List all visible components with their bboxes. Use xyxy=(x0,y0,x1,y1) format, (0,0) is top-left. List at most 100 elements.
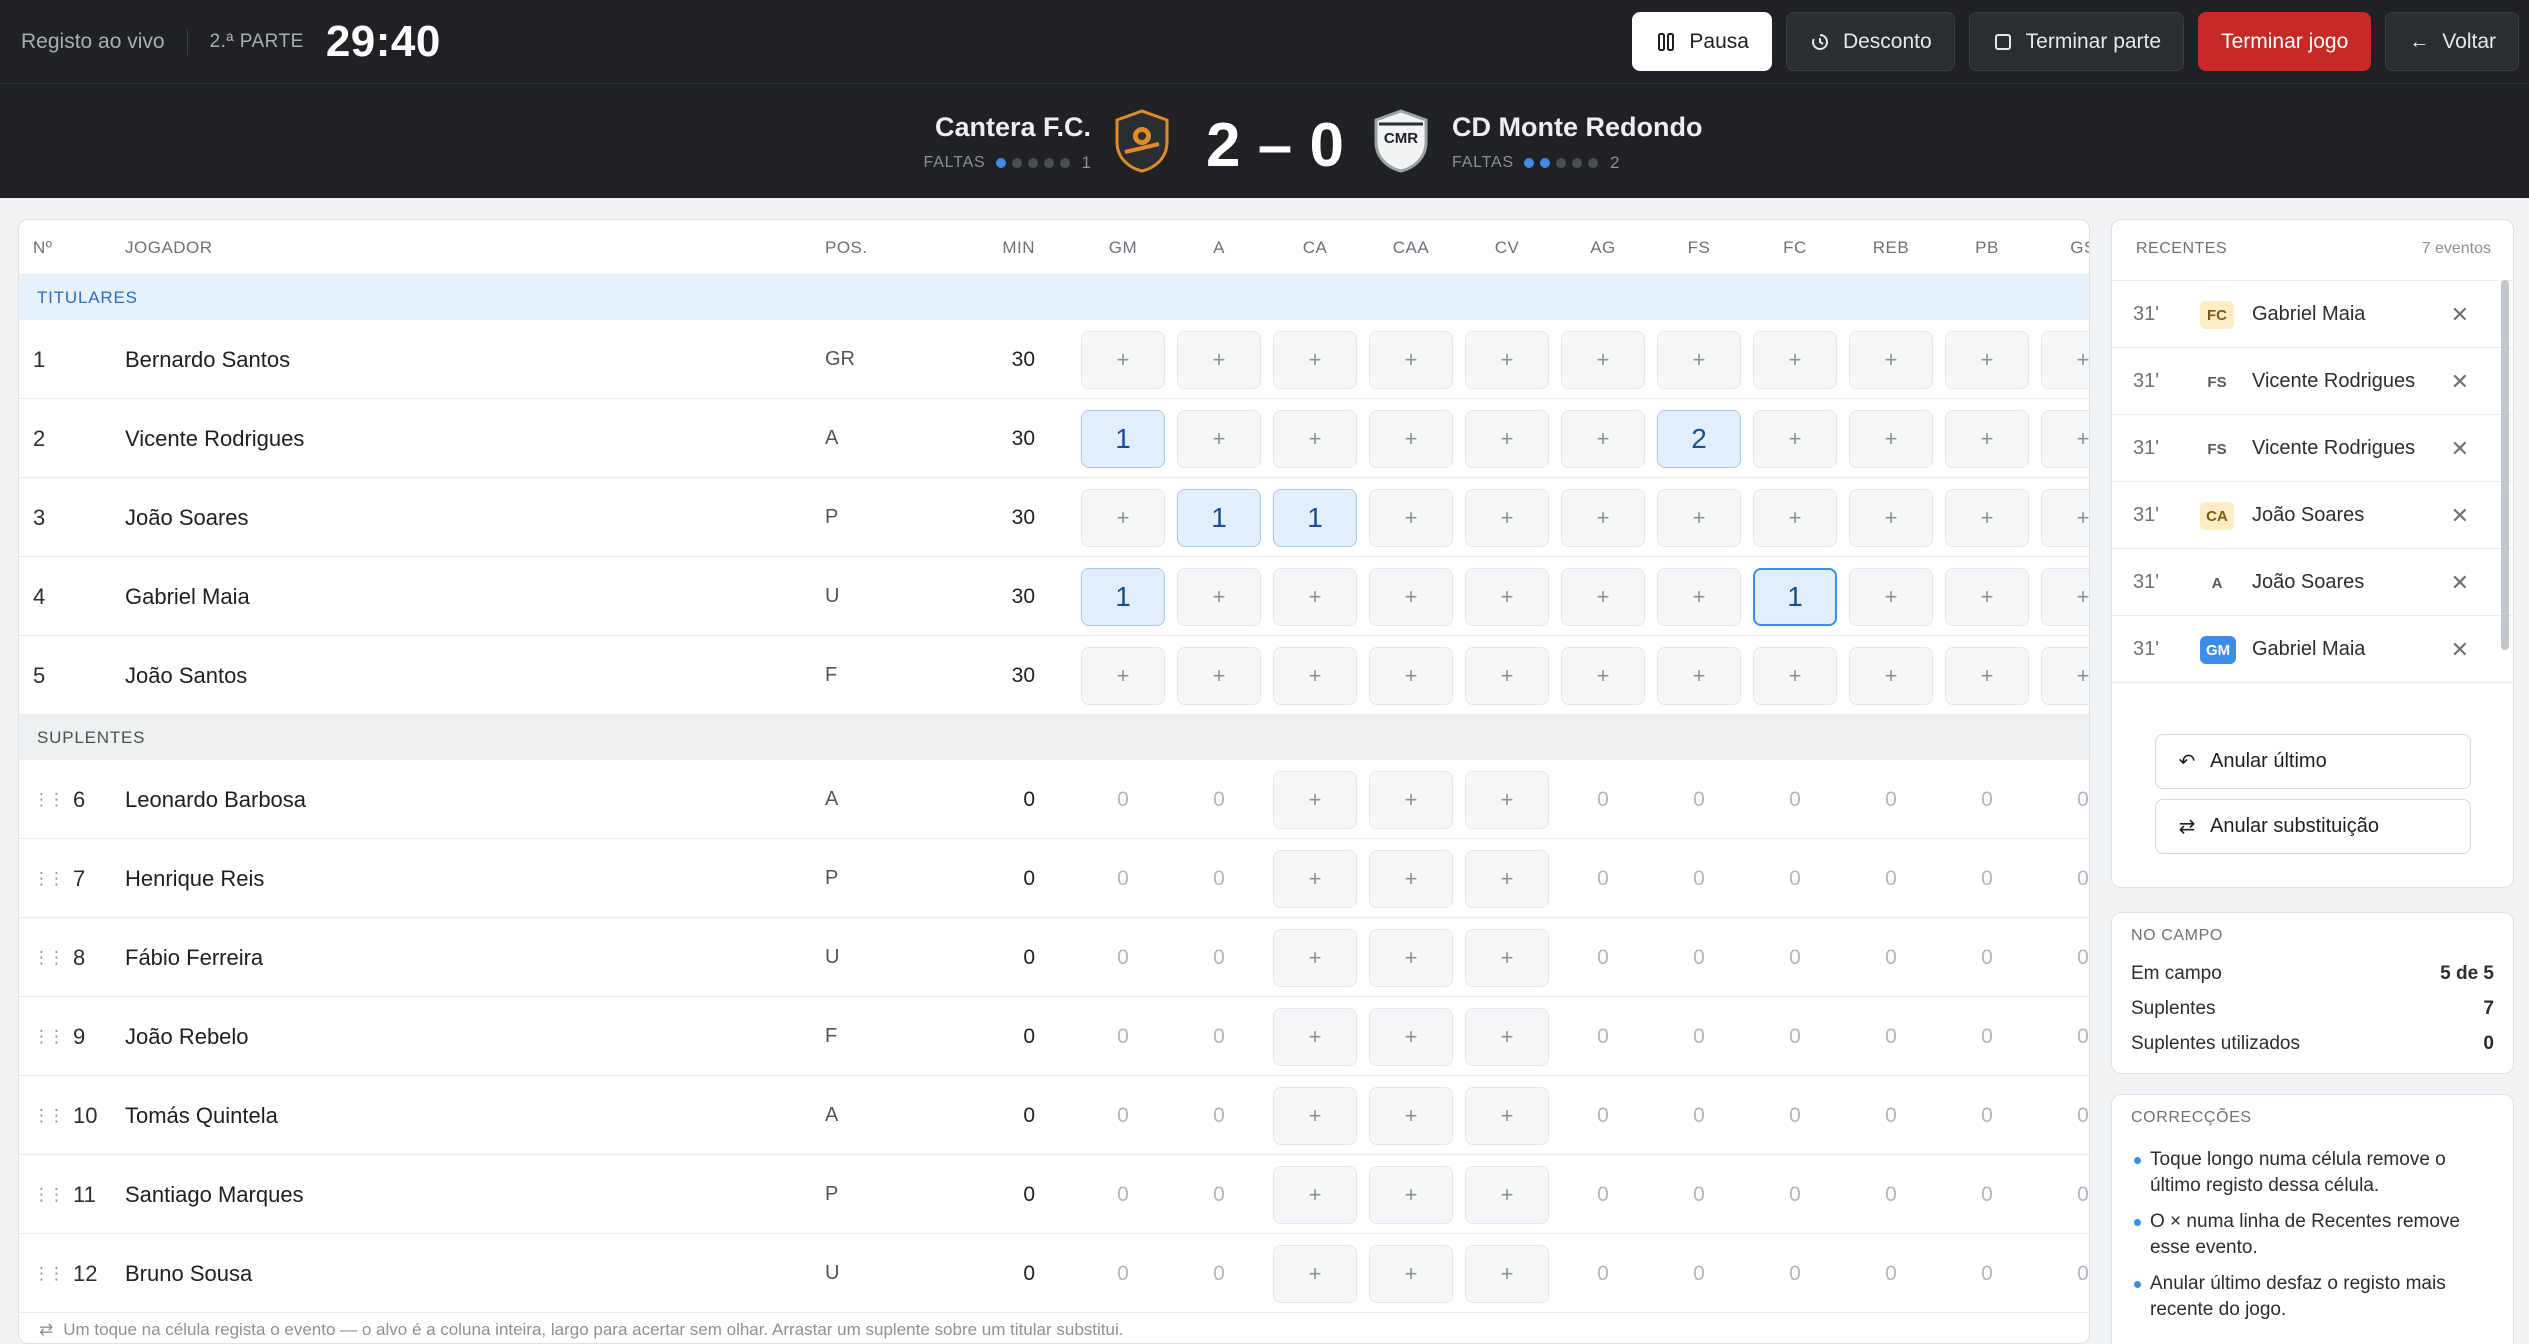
stat-cell-gs[interactable]: + xyxy=(2041,568,2089,626)
drag-handle-icon[interactable]: ⋮⋮ xyxy=(33,1185,65,1205)
stat-cell-reb[interactable]: + xyxy=(1849,568,1933,626)
stat-cell-gs[interactable]: + xyxy=(2041,331,2089,389)
stat-cell-a[interactable]: + xyxy=(1177,647,1261,705)
stat-cell-caa[interactable]: + xyxy=(1369,850,1453,908)
stat-cell-gm[interactable]: + xyxy=(1081,331,1165,389)
stat-value-a: 0 xyxy=(1213,1182,1225,1206)
stat-cell-caa[interactable]: + xyxy=(1369,489,1453,547)
stat-cell-ca[interactable]: + xyxy=(1273,331,1357,389)
stat-cell-ca[interactable]: + xyxy=(1273,1166,1357,1224)
drag-handle-icon[interactable]: ⋮⋮ xyxy=(33,1106,65,1126)
pause-button[interactable]: Pausa xyxy=(1632,12,1772,71)
stat-cell-a[interactable]: + xyxy=(1177,410,1261,468)
stat-cell-ag[interactable]: + xyxy=(1561,489,1645,547)
stat-cell-reb[interactable]: + xyxy=(1849,489,1933,547)
end-half-button[interactable]: Terminar parte xyxy=(1968,12,2185,71)
stat-cell-caa[interactable]: + xyxy=(1369,1008,1453,1066)
stat-cell-pb[interactable]: + xyxy=(1945,331,2029,389)
drag-handle-icon[interactable]: ⋮⋮ xyxy=(33,790,65,810)
stat-cell-ca[interactable]: + xyxy=(1273,568,1357,626)
stat-cell-cv[interactable]: + xyxy=(1465,1245,1549,1303)
stat-cell-fc[interactable]: + xyxy=(1753,489,1837,547)
stat-cell-fs[interactable]: + xyxy=(1657,568,1741,626)
stat-cell-cv[interactable]: + xyxy=(1465,771,1549,829)
stat-cell-cv[interactable]: + xyxy=(1465,1087,1549,1145)
on-field-title: NO CAMPO xyxy=(2131,927,2223,944)
drag-handle-icon[interactable]: ⋮⋮ xyxy=(33,869,65,889)
stat-cell-caa[interactable]: + xyxy=(1369,331,1453,389)
stat-cell-gm[interactable]: 1 xyxy=(1081,568,1165,626)
stat-cell-fc[interactable]: + xyxy=(1753,331,1837,389)
stat-cell-ca[interactable]: + xyxy=(1273,929,1357,987)
drag-handle-icon[interactable]: ⋮⋮ xyxy=(33,948,65,968)
recent-scrollbar[interactable] xyxy=(2501,280,2509,650)
stat-cell-reb[interactable]: + xyxy=(1849,331,1933,389)
remove-event-icon[interactable]: ✕ xyxy=(2451,348,2469,415)
stat-cell-cv[interactable]: + xyxy=(1465,489,1549,547)
remove-event-icon[interactable]: ✕ xyxy=(2451,415,2469,482)
stat-cell-gs[interactable]: + xyxy=(2041,489,2089,547)
stat-cell-caa[interactable]: + xyxy=(1369,1087,1453,1145)
stat-cell-fc[interactable]: + xyxy=(1753,647,1837,705)
stat-cell-ca[interactable]: + xyxy=(1273,1087,1357,1145)
stat-cell-caa[interactable]: + xyxy=(1369,771,1453,829)
stat-cell-pb[interactable]: + xyxy=(1945,647,2029,705)
remove-event-icon[interactable]: ✕ xyxy=(2451,482,2469,549)
stat-cell-ca[interactable]: + xyxy=(1273,1008,1357,1066)
stat-cell-cv[interactable]: + xyxy=(1465,1166,1549,1224)
stat-cell-caa[interactable]: + xyxy=(1369,1245,1453,1303)
stat-cell-fs[interactable]: 2 xyxy=(1657,410,1741,468)
stat-cell-caa[interactable]: + xyxy=(1369,1166,1453,1224)
stat-cell-ag[interactable]: + xyxy=(1561,331,1645,389)
stat-cell-cv[interactable]: + xyxy=(1465,647,1549,705)
remove-event-icon[interactable]: ✕ xyxy=(2451,616,2469,683)
stat-cell-gm[interactable]: + xyxy=(1081,489,1165,547)
stat-cell-cv[interactable]: + xyxy=(1465,331,1549,389)
discount-button[interactable]: Desconto xyxy=(1785,12,1955,71)
stat-cell-caa[interactable]: + xyxy=(1369,410,1453,468)
stat-cell-reb[interactable]: + xyxy=(1849,410,1933,468)
stat-cell-cv[interactable]: + xyxy=(1465,410,1549,468)
remove-event-icon[interactable]: ✕ xyxy=(2451,281,2469,348)
back-button[interactable]: ← Voltar xyxy=(2385,12,2519,71)
stat-cell-pb[interactable]: + xyxy=(1945,489,2029,547)
stat-cell-gm[interactable]: 1 xyxy=(1081,410,1165,468)
stat-cell-ag[interactable]: + xyxy=(1561,647,1645,705)
undo-last-button[interactable]: ↶ Anular último xyxy=(2155,734,2471,789)
stat-cell-ca[interactable]: + xyxy=(1273,647,1357,705)
stat-cell-cv[interactable]: + xyxy=(1465,850,1549,908)
stat-cell-caa[interactable]: + xyxy=(1369,929,1453,987)
end-game-button[interactable]: Terminar jogo xyxy=(2198,12,2372,71)
stat-cell-cv[interactable]: + xyxy=(1465,1008,1549,1066)
undo-sub-button[interactable]: ⇄ Anular substituição xyxy=(2155,799,2471,854)
stat-cell-reb[interactable]: + xyxy=(1849,647,1933,705)
stat-cell-gs[interactable]: + xyxy=(2041,410,2089,468)
recent-list[interactable]: 31' FC Gabriel Maia ✕ 31' FS Vicente Rodrigues… xyxy=(2112,280,2513,700)
stat-cell-fc[interactable]: 1 xyxy=(1753,568,1837,626)
stat-cell-fc[interactable]: + xyxy=(1753,410,1837,468)
drag-handle-icon[interactable]: ⋮⋮ xyxy=(33,1264,65,1284)
stat-cell-ca[interactable]: 1 xyxy=(1273,489,1357,547)
stat-cell-pb[interactable]: + xyxy=(1945,410,2029,468)
stat-cell-fs[interactable]: + xyxy=(1657,647,1741,705)
stat-cell-cv[interactable]: + xyxy=(1465,929,1549,987)
stat-cell-a[interactable]: + xyxy=(1177,331,1261,389)
stat-cell-gm[interactable]: + xyxy=(1081,647,1165,705)
stat-cell-ag[interactable]: + xyxy=(1561,568,1645,626)
stat-cell-caa[interactable]: + xyxy=(1369,647,1453,705)
remove-event-icon[interactable]: ✕ xyxy=(2451,549,2469,616)
stat-cell-ca[interactable]: + xyxy=(1273,850,1357,908)
stat-cell-cv[interactable]: + xyxy=(1465,568,1549,626)
stat-cell-pb[interactable]: + xyxy=(1945,568,2029,626)
stat-cell-ca[interactable]: + xyxy=(1273,410,1357,468)
stat-cell-a[interactable]: + xyxy=(1177,568,1261,626)
stat-cell-a[interactable]: 1 xyxy=(1177,489,1261,547)
stat-cell-caa[interactable]: + xyxy=(1369,568,1453,626)
stat-cell-ca[interactable]: + xyxy=(1273,771,1357,829)
stat-cell-fs[interactable]: + xyxy=(1657,489,1741,547)
stat-cell-ag[interactable]: + xyxy=(1561,410,1645,468)
stat-cell-gs[interactable]: + xyxy=(2041,647,2089,705)
drag-handle-icon[interactable]: ⋮⋮ xyxy=(33,1027,65,1047)
stat-cell-ca[interactable]: + xyxy=(1273,1245,1357,1303)
stat-cell-fs[interactable]: + xyxy=(1657,331,1741,389)
